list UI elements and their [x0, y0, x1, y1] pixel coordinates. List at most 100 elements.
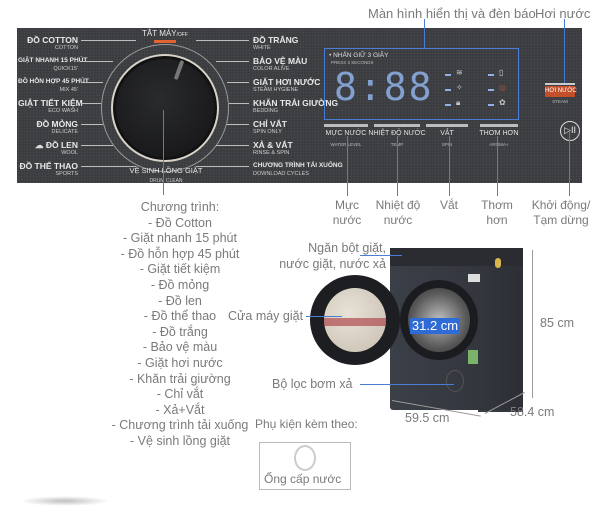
list-item: - Chỉ vắt: [156, 387, 204, 402]
program-cotton[interactable]: ĐỒ COTTON COTTON: [20, 35, 78, 52]
list-item: - Đồ len: [158, 293, 202, 308]
aroma-caption: Thơm hơn: [481, 198, 513, 227]
water-level-sub: WATER LEVEL: [330, 142, 362, 147]
indicator-dash: [488, 89, 494, 91]
off-label: TẮT MÁY/OFF: [142, 29, 188, 38]
program-color-alive[interactable]: BẢO VỆ MÀU COLOR ALIVE: [253, 56, 307, 73]
callout-line: [360, 384, 454, 385]
callout-line: [163, 110, 164, 195]
steam-indicator-icon: ◎: [499, 83, 506, 92]
program-white[interactable]: ĐỒ TRẮNG WHITE: [253, 35, 298, 52]
program-dial-center[interactable]: [116, 59, 214, 157]
callout-line: [397, 136, 398, 196]
door-stripe: [324, 318, 386, 326]
tick-line: [81, 40, 136, 41]
water-level-button[interactable]: MỰC NƯỚC: [318, 130, 374, 137]
spin-sub: SPIN: [441, 142, 453, 147]
steam-button-bar: [545, 83, 575, 85]
list-item: - Giặt nhanh 15 phút: [123, 231, 237, 246]
wool-icon: ☁: [35, 140, 46, 150]
callout-line: [424, 19, 425, 49]
tick-line: [227, 124, 249, 125]
list-item: - Đồ Cotton: [148, 215, 212, 230]
indicator-dash: [445, 89, 451, 91]
tick-line: [81, 82, 103, 83]
steam-callout: Hơi nước: [535, 6, 591, 21]
button-bar: [374, 124, 420, 127]
smart-diagnosis-icon: ✧: [456, 83, 463, 92]
indicator-dash: [488, 74, 494, 76]
depth-dimension: 58.4 cm: [510, 405, 555, 419]
program-mix45[interactable]: ĐỒ HỖN HỢP 45 PHÚT MIX 45': [18, 77, 89, 94]
brand-badge: [495, 258, 501, 268]
list-item: - Giặt tiết kiệm: [139, 262, 221, 277]
list-item: - Bảo vệ màu: [142, 340, 218, 355]
door-diameter-badge: 31.2 cm: [410, 318, 460, 334]
program-quick15[interactable]: GIẶT NHANH 15 PHÚT QUICK15': [18, 56, 87, 73]
display-callout: Màn hình hiển thị và đèn báo: [368, 6, 536, 21]
off-indicator: [154, 40, 176, 43]
tick-line: [196, 166, 249, 167]
list-item: - Khăn trải giường: [129, 371, 231, 386]
indicator-dash: [445, 74, 451, 76]
steam-button[interactable]: HƠI NƯỚC: [545, 86, 577, 97]
water-level-caption: Mực nước: [332, 198, 362, 227]
spin-caption: Vắt: [439, 198, 458, 212]
temp-caption: Nhiệt độ nước: [375, 198, 421, 227]
tick-line: [216, 145, 249, 146]
list-item: - Vệ sinh lồng giặt: [129, 433, 231, 448]
detergent-drawer-label: Ngăn bột giặt, nước giặt, nước xả: [279, 241, 386, 271]
height-arrow: [532, 250, 533, 398]
program-drum-clean[interactable]: VỆ SINH LỒNG GIẶT DRUM CLEAN: [125, 166, 207, 186]
list-item: - Đồ trắng: [152, 324, 208, 339]
callout-line: [347, 136, 348, 196]
water-hose-icon: [294, 445, 316, 471]
program-delicate[interactable]: ĐỒ MỎNG DELICATE: [18, 119, 78, 136]
program-steam-hygiene[interactable]: GIẶT HƠI NƯỚC STEAM HYGIENE: [253, 77, 320, 94]
aroma-sub: AROMA+: [489, 142, 509, 147]
energy-label: [468, 350, 478, 364]
callout-line: [306, 316, 342, 317]
program-spin-only[interactable]: CHỈ VẮT SPIN ONLY: [253, 119, 287, 136]
program-wool[interactable]: ☁ ĐỒ LEN WOOL: [18, 140, 78, 157]
aroma-button[interactable]: THƠM HƠN: [474, 130, 524, 137]
tick-line: [81, 103, 101, 104]
wifi-icon: ≋: [456, 68, 463, 77]
button-bar: [426, 124, 468, 127]
list-item: - Đồ hỗn hợp 45 phút: [120, 246, 240, 261]
start-pause-caption: Khởi động/Tạm dừng: [531, 198, 591, 227]
accessories-title: Phụ kiện kèm theo:: [255, 417, 358, 431]
callout-line: [449, 136, 450, 196]
program-sports[interactable]: ĐỒ THỂ THAO SPORTS: [18, 161, 78, 178]
tick-line: [216, 61, 249, 62]
tick-line: [229, 103, 249, 104]
list-item: - Đồ mỏng: [150, 277, 210, 292]
accessory-item: Ống cấp nước: [264, 472, 342, 486]
program-rinse-spin[interactable]: XẢ & VẮT RINSE & SPIN: [253, 140, 293, 157]
digit-display: 8:88: [334, 65, 434, 109]
drain-filter[interactable]: [446, 370, 464, 392]
width-dimension: 59.5 cm: [405, 411, 450, 425]
height-dimension: 85 cm: [540, 316, 575, 330]
program-download-cycles[interactable]: CHƯƠNG TRÌNH TẢI XUỐNG DOWNLOAD CYCLES: [253, 161, 343, 178]
steam-sub: STEAM: [552, 99, 568, 104]
callout-line: [569, 131, 570, 196]
child-lock-icon: 🔒︎: [456, 98, 461, 107]
button-bar: [324, 124, 368, 127]
spin-button[interactable]: VẮT: [426, 130, 468, 137]
button-bar: [480, 124, 518, 127]
decorative-shadow: [20, 496, 110, 506]
energy-sticker: [468, 274, 480, 282]
indicator-dash: [488, 104, 494, 106]
play-pause-button[interactable]: ▷II: [560, 121, 580, 141]
program-list: Chương trình: - Đồ Cotton - Giặt nhanh 1…: [70, 200, 290, 450]
program-eco-wash[interactable]: GIẶT TIẾT KIỆM ECO WASH: [18, 98, 83, 115]
tick-line: [81, 124, 103, 125]
machine-control-strip: [390, 248, 523, 266]
hold-3s-label: • NHẤN GIỮ 3 GIÂY: [329, 52, 389, 59]
drain-filter-label: Bộ lọc bơm xả: [272, 377, 353, 391]
callout-line: [360, 255, 402, 256]
program-list-title: Chương trình:: [140, 200, 220, 214]
list-item: - Xả+Vắt: [155, 402, 205, 417]
tick-line: [81, 145, 113, 146]
